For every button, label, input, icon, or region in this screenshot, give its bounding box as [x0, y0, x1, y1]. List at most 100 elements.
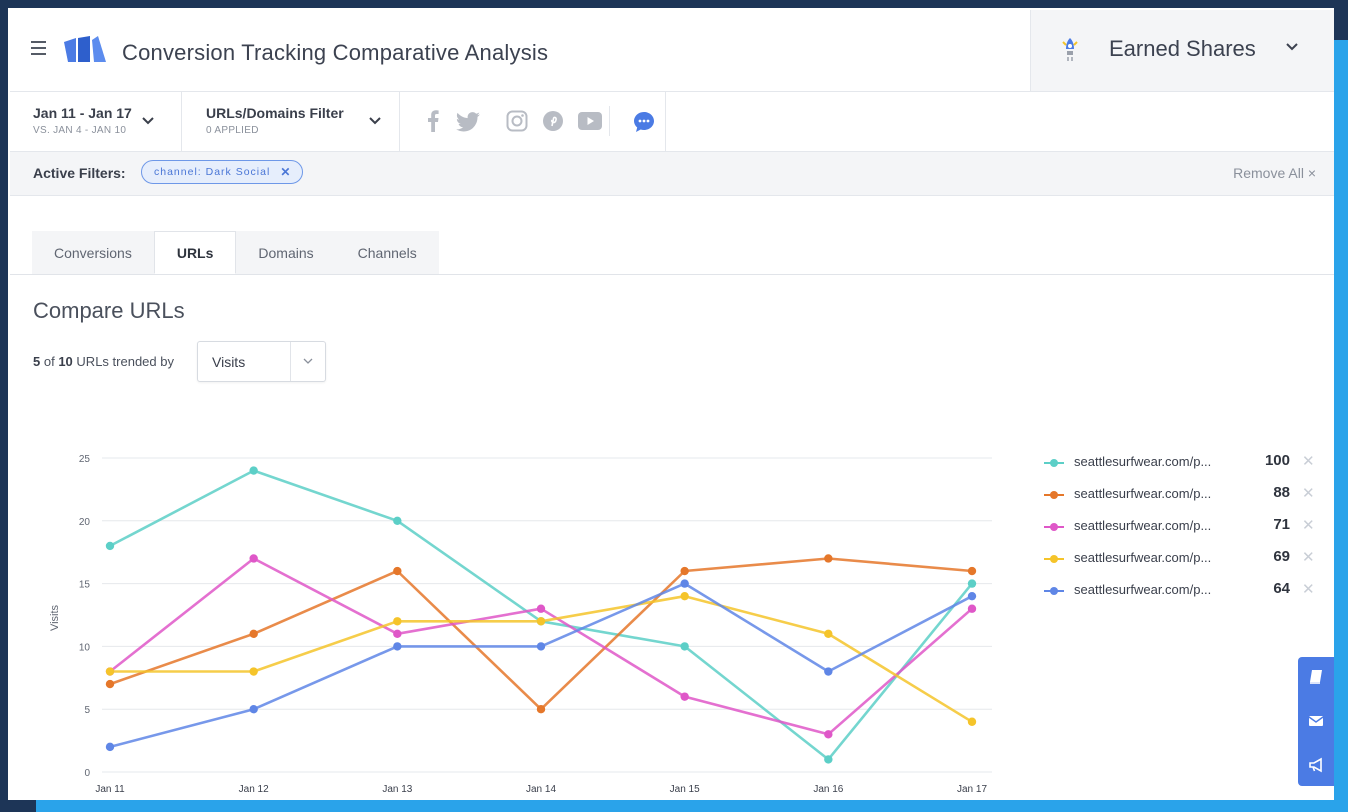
legend-url[interactable]: seattlesurfwear.com/p...: [1074, 582, 1211, 597]
mail-icon[interactable]: [1308, 713, 1324, 729]
y-tick-label: 15: [79, 580, 91, 591]
view-tabs: Conversions URLs Domains Channels: [32, 231, 439, 274]
y-axis-label: Visits: [49, 604, 61, 631]
legend-item[interactable]: seattlesurfwear.com/p... 71 ✕: [1044, 511, 1324, 543]
data-point[interactable]: [249, 554, 258, 563]
data-point[interactable]: [249, 667, 258, 676]
legend-url[interactable]: seattlesurfwear.com/p...: [1074, 486, 1211, 501]
legend-item[interactable]: seattlesurfwear.com/p... 69 ✕: [1044, 543, 1324, 575]
data-point[interactable]: [393, 629, 402, 639]
filter-toolbar: Jan 11 - Jan 17 VS. JAN 4 - JAN 10 URLs/…: [10, 92, 1334, 152]
close-icon[interactable]: ✕: [1302, 484, 1315, 502]
metric-select[interactable]: Visits: [197, 341, 326, 382]
data-point[interactable]: [536, 617, 546, 626]
visits-line-chart: Jan 11 Jan 12 Jan 13 Jan 14 Jan 15 Jan 16 Jan …: [49, 454, 992, 795]
tab-domains[interactable]: Domains: [236, 231, 335, 274]
remove-all-button[interactable]: Remove All ×: [1233, 165, 1316, 181]
data-point[interactable]: [824, 629, 833, 639]
x-tick-label: Jan 14: [526, 784, 556, 795]
close-icon[interactable]: ✕: [280, 165, 290, 179]
instagram-icon[interactable]: [506, 110, 528, 132]
legend-total: 69: [1273, 548, 1290, 565]
tab-conversions[interactable]: Conversions: [32, 231, 154, 274]
tab-urls[interactable]: URLs: [153, 231, 237, 274]
data-point[interactable]: [249, 705, 258, 714]
frame-right-accent: [1334, 40, 1348, 812]
data-point[interactable]: [824, 730, 833, 739]
legend-item[interactable]: seattlesurfwear.com/p... 100 ✕: [1044, 447, 1324, 479]
dark-social-icon[interactable]: [633, 111, 655, 133]
data-point[interactable]: [824, 755, 833, 764]
y-tick-label: 10: [79, 642, 91, 653]
book-icon[interactable]: [1308, 669, 1324, 685]
url-filter-label: URLs/Domains Filter: [206, 105, 344, 121]
data-point[interactable]: [680, 692, 689, 701]
legend-url[interactable]: seattlesurfwear.com/p...: [1074, 550, 1211, 565]
chevron-down-icon: [142, 117, 154, 125]
series-line-1[interactable]: [109, 469, 974, 761]
data-point[interactable]: [536, 705, 546, 714]
data-point[interactable]: [824, 667, 833, 676]
menu-icon[interactable]: [31, 41, 46, 59]
data-point[interactable]: [680, 566, 689, 576]
legend-swatch: [1044, 523, 1064, 531]
chevron-down-icon: [369, 117, 381, 125]
legend-item[interactable]: seattlesurfwear.com/p... 64 ✕: [1044, 575, 1324, 607]
legend-swatch: [1044, 587, 1064, 595]
data-point[interactable]: [536, 642, 546, 651]
account-name: Earned Shares: [1109, 36, 1256, 61]
data-point[interactable]: [249, 466, 258, 475]
of-text: of: [43, 354, 55, 369]
close-icon[interactable]: ✕: [1302, 516, 1315, 534]
pinterest-icon[interactable]: [542, 110, 564, 132]
filter-chip[interactable]: channel: Dark Social ✕: [141, 160, 304, 184]
account-switcher[interactable]: Earned Shares: [1030, 10, 1334, 91]
data-point[interactable]: [967, 717, 977, 726]
close-icon[interactable]: ✕: [1302, 452, 1315, 470]
close-icon[interactable]: ✕: [1302, 548, 1315, 566]
date-range-picker[interactable]: Jan 11 - Jan 17 VS. JAN 4 - JAN 10: [10, 92, 182, 151]
youtube-icon[interactable]: [578, 112, 602, 130]
data-point[interactable]: [105, 667, 115, 676]
data-point[interactable]: [967, 604, 977, 613]
data-point[interactable]: [393, 617, 402, 626]
url-filter-status: 0 APPLIED: [206, 125, 259, 136]
brand-logo: [64, 36, 106, 62]
close-icon[interactable]: ✕: [1302, 580, 1315, 598]
url-domain-filter[interactable]: URLs/Domains Filter 0 APPLIED: [181, 92, 400, 151]
active-filters-label: Active Filters:: [33, 165, 126, 181]
legend-url[interactable]: seattlesurfwear.com/p...: [1074, 454, 1211, 469]
series-line-2[interactable]: [109, 557, 973, 711]
series-line-4[interactable]: [110, 594, 973, 723]
data-point[interactable]: [105, 742, 115, 752]
data-point[interactable]: [967, 591, 977, 601]
data-point[interactable]: [536, 604, 546, 613]
data-point[interactable]: [680, 642, 689, 651]
data-point[interactable]: [393, 566, 402, 576]
data-point[interactable]: [105, 541, 115, 551]
data-point[interactable]: [393, 642, 402, 651]
legend-url[interactable]: seattlesurfwear.com/p...: [1074, 518, 1211, 533]
select-divider: [290, 342, 291, 381]
legend-swatch: [1044, 459, 1064, 467]
data-point[interactable]: [680, 579, 689, 588]
data-point[interactable]: [105, 679, 115, 689]
data-point[interactable]: [967, 566, 977, 576]
twitter-icon[interactable]: [456, 112, 480, 132]
icon-divider: [609, 106, 610, 136]
tabs-divider: [10, 274, 1334, 275]
rocket-icon: [1062, 38, 1078, 61]
x-tick-label: Jan 11: [95, 784, 125, 795]
data-point[interactable]: [393, 516, 402, 525]
tab-channels[interactable]: Channels: [336, 231, 439, 274]
legend-item[interactable]: seattlesurfwear.com/p... 88 ✕: [1044, 479, 1324, 511]
megaphone-icon[interactable]: [1308, 757, 1324, 773]
data-point[interactable]: [249, 629, 258, 639]
data-point[interactable]: [680, 591, 689, 601]
data-point[interactable]: [824, 554, 833, 563]
facebook-icon[interactable]: [427, 110, 439, 132]
page-title: Conversion Tracking Comparative Analysis: [122, 40, 549, 65]
chevron-down-icon: [303, 358, 313, 364]
data-point[interactable]: [967, 579, 977, 588]
legend-swatch: [1044, 555, 1064, 563]
